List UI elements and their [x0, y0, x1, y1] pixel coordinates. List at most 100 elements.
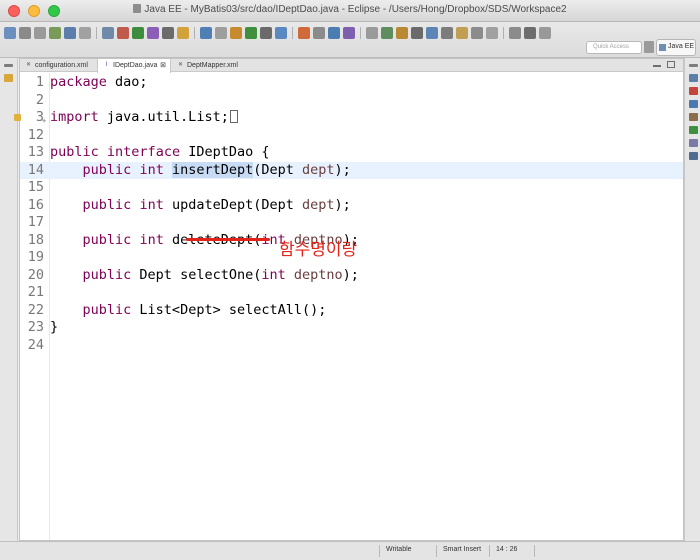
document-icon [133, 4, 142, 13]
code-line[interactable]: 23} [20, 319, 683, 337]
java-interface-icon: I [105, 62, 108, 68]
toolbar-tool-icon[interactable] [471, 27, 483, 39]
code-text: public int updateDept(Dept dept); [82, 196, 351, 213]
toolbar-tool-icon[interactable] [4, 27, 16, 39]
perspective-java-ee-button[interactable]: Java EE [656, 39, 696, 56]
close-tab-icon[interactable]: ⊠ [160, 61, 166, 69]
code-line[interactable]: 3 + import java.util.List; [14, 109, 683, 127]
open-perspective-icon[interactable] [644, 41, 654, 53]
toolbar-tool-icon[interactable] [102, 27, 114, 39]
toolbar-tool-icon[interactable] [486, 27, 498, 39]
java-editor: ✕ configuration.xml I IDeptDao.java ⊠ ✕ Dep… [14, 58, 684, 541]
toolbar-tool-icon[interactable] [509, 27, 521, 39]
toolbar-tool-icon[interactable] [426, 27, 438, 39]
tab-deptmapper-xml[interactable]: ✕ DeptMapper.xml [172, 59, 254, 72]
annotation-underline [186, 238, 270, 241]
toolbar-tool-icon[interactable] [343, 27, 355, 39]
console-icon[interactable] [689, 152, 698, 160]
properties-icon[interactable] [689, 100, 698, 108]
maximize-editor-button[interactable] [667, 61, 675, 68]
toolbar-tool-icon[interactable] [34, 27, 46, 39]
project-explorer-icon[interactable] [4, 74, 13, 82]
code-line[interactable]: 15 [20, 179, 683, 197]
toolbar-separator [194, 27, 195, 39]
toolbar-tool-icon[interactable] [456, 27, 468, 39]
toolbar-tool-icon[interactable] [328, 27, 340, 39]
warning-marker-icon[interactable] [14, 114, 21, 121]
left-trim-bar [0, 58, 18, 541]
code-area[interactable]: 1 package dao; 2 3 + import java.util.List; 12… [14, 73, 683, 540]
toolbar-tool-icon[interactable] [147, 27, 159, 39]
servers-icon[interactable] [689, 113, 698, 121]
toolbar-tool-icon[interactable] [64, 27, 76, 39]
toolbar-tool-icon[interactable] [381, 27, 393, 39]
toolbar-tool-icon[interactable] [260, 27, 272, 39]
code-text: public Dept selectOne(int deptno); [82, 266, 359, 283]
toolbar-tool-icon[interactable] [19, 27, 31, 39]
line-number: 14 [27, 161, 44, 178]
quick-access-input[interactable]: Quick Access [586, 41, 642, 54]
status-cursor-position: 14 : 26 [496, 546, 518, 553]
outline-icon[interactable] [689, 74, 698, 82]
snippets-icon[interactable] [689, 139, 698, 147]
toolbar-tool-icon[interactable] [524, 27, 536, 39]
toolbar-tool-icon[interactable] [49, 27, 61, 39]
tab-label: IDeptDao.java [113, 62, 158, 69]
code-line[interactable]: 24 [20, 337, 683, 355]
line-number: 24 [27, 336, 44, 353]
toolbar-tool-icon[interactable] [298, 27, 310, 39]
restore-icon[interactable] [4, 64, 13, 67]
code-text: package dao; [50, 74, 148, 90]
right-trim-bar [684, 58, 700, 541]
toolbar-tool-icon[interactable] [396, 27, 408, 39]
line-number: 2 [35, 91, 44, 108]
toolbar-tool-icon[interactable] [275, 27, 287, 39]
code-line[interactable]: 21 [20, 284, 683, 302]
status-divider [534, 545, 535, 557]
status-insert-mode: Smart Insert [443, 546, 482, 553]
annotation-text: 함수명이랑 [279, 240, 358, 260]
editor-tab-bar: ✕ configuration.xml I IDeptDao.java ⊠ ✕ Dep… [20, 59, 683, 73]
toolbar-tool-icon[interactable] [411, 27, 423, 39]
tab-ideptdao-java[interactable]: I IDeptDao.java ⊠ [97, 59, 171, 73]
tab-configuration-xml[interactable]: ✕ configuration.xml [20, 59, 96, 72]
code-text: public List<Dept> selectAll(); [82, 301, 327, 318]
code-line[interactable]: 14 public int insertDept(Dept dept); [20, 161, 683, 179]
code-line[interactable]: 13 public interface IDeptDao { [20, 144, 683, 162]
toolbar-tool-icon[interactable] [245, 27, 257, 39]
code-line[interactable]: 20 public Dept selectOne(int deptno); [20, 267, 683, 285]
toolbar-tool-icon[interactable] [162, 27, 174, 39]
toolbar-tool-icon[interactable] [215, 27, 227, 39]
status-bar: Writable Smart Insert 14 : 26 [0, 541, 700, 560]
code-line[interactable]: 12 [20, 127, 683, 145]
line-number: 17 [27, 214, 44, 230]
xml-file-icon: ✕ [177, 62, 184, 68]
code-line[interactable]: 2 [20, 92, 683, 110]
toolbar-tool-icon[interactable] [366, 27, 378, 39]
code-line[interactable]: 16 public int updateDept(Dept dept); [20, 197, 683, 215]
toolbar-tool-icon[interactable] [230, 27, 242, 39]
line-number: 16 [27, 196, 44, 213]
toolbar-tool-icon[interactable] [177, 27, 189, 39]
code-text: import java.util.List; [50, 109, 238, 127]
status-divider [379, 545, 380, 557]
restore-icon[interactable] [689, 64, 698, 67]
status-divider [436, 545, 437, 557]
code-line[interactable]: 17 [20, 214, 683, 232]
toolbar-tool-icon[interactable] [117, 27, 129, 39]
toolbar-tool-icon[interactable] [313, 27, 325, 39]
toolbar-tool-icon[interactable] [200, 27, 212, 39]
perspective-label: Java EE [668, 43, 695, 50]
minimize-editor-button[interactable] [653, 65, 661, 67]
toolbar-tool-icon[interactable] [539, 27, 551, 39]
toolbar-tool-icon[interactable] [132, 27, 144, 39]
collapsed-region-icon[interactable] [229, 110, 238, 123]
markers-icon[interactable] [689, 87, 698, 95]
toolbar-tool-icon[interactable] [441, 27, 453, 39]
tab-label: configuration.xml [35, 62, 88, 69]
code-line[interactable]: 22 public List<Dept> selectAll(); [20, 302, 683, 320]
data-source-icon[interactable] [689, 126, 698, 134]
line-number: 13 [27, 144, 44, 160]
toolbar-tool-icon[interactable] [79, 27, 91, 39]
code-line[interactable]: 1 package dao; [20, 74, 683, 92]
